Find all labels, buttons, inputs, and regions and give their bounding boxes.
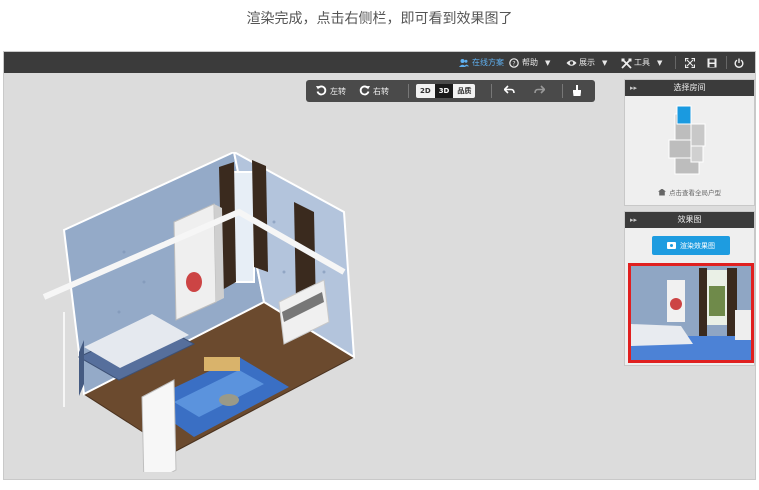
render-curtain-left	[699, 268, 707, 338]
rotate-right-label: 右转	[373, 86, 389, 96]
brush-icon	[572, 84, 582, 98]
render-panel-header: ▸▸ 效果图	[625, 212, 754, 228]
divider	[491, 84, 492, 98]
tools-icon	[621, 58, 632, 69]
eye-icon	[566, 58, 577, 68]
power-icon	[734, 58, 744, 68]
view-full-plan-link[interactable]: 点击查看全局户型	[625, 187, 754, 197]
save-button[interactable]	[707, 52, 717, 73]
render-effect-label: 渲染效果图	[680, 241, 715, 250]
curtain-right	[252, 160, 268, 272]
chevron-down-icon: ▼	[545, 58, 551, 67]
toy-shelf	[204, 357, 240, 371]
room-select-title: 选择房间	[673, 83, 706, 92]
online-plan-button[interactable]: 在线方案	[459, 52, 504, 73]
room-select-header: ▸▸ 选择房间	[625, 80, 754, 96]
redo-icon	[534, 85, 546, 97]
mickey-decal	[186, 272, 202, 292]
view-mode-toggle: 2D 3D 品质	[416, 84, 476, 98]
undo-icon	[503, 85, 515, 97]
chevron-down-icon: ▼	[602, 58, 608, 67]
home-icon	[658, 188, 666, 196]
render-panel-title: 效果图	[677, 215, 702, 224]
design-app-window: 在线方案 ? 帮助 ▼ 展示 ▼ 工具 ▼ 左转 右转 2D 3D 品质 ▸▸ …	[3, 51, 756, 480]
camera-icon	[667, 242, 676, 249]
top-menu-bar: 在线方案 ? 帮助 ▼ 展示 ▼ 工具 ▼	[4, 52, 755, 73]
tools-label: 工具	[634, 58, 650, 67]
render-thumbnail[interactable]	[628, 263, 754, 363]
room-select-panel: ▸▸ 选择房间 点击查看全局户型	[624, 79, 755, 206]
power-button[interactable]	[734, 52, 744, 73]
tools-menu[interactable]: 工具 ▼	[621, 52, 662, 73]
render-effect-button[interactable]: 渲染效果图	[652, 236, 730, 255]
divider	[726, 56, 727, 69]
room-3d-view[interactable]	[24, 152, 364, 472]
door	[141, 379, 177, 472]
help-menu[interactable]: ? 帮助 ▼	[509, 52, 550, 73]
svg-text:?: ?	[512, 60, 515, 67]
render-tree	[709, 286, 725, 316]
rotate-left-label: 左转	[330, 86, 346, 96]
fullscreen-icon	[684, 57, 696, 68]
fullscreen-button[interactable]	[684, 52, 696, 73]
instruction-caption: 渲染完成，点击右侧栏，即可看到效果图了	[246, 11, 513, 27]
rotate-right-icon	[359, 85, 370, 98]
display-menu[interactable]: 展示 ▼	[566, 52, 607, 73]
undo-button[interactable]	[503, 80, 515, 102]
plan-room	[668, 139, 692, 159]
collapse-arrows-icon[interactable]: ▸▸	[630, 80, 637, 96]
mode-3d-button[interactable]: 3D	[434, 84, 454, 98]
mode-2d-button[interactable]: 2D	[416, 84, 435, 98]
render-panel: ▸▸ 效果图 渲染效果图	[624, 211, 755, 366]
save-icon	[707, 58, 717, 68]
help-label: 帮助	[522, 58, 538, 67]
plan-room	[690, 145, 704, 163]
divider	[562, 84, 563, 98]
wardrobe	[173, 203, 217, 321]
render-mickey	[670, 298, 682, 310]
collapse-arrows-icon[interactable]: ▸▸	[630, 212, 637, 228]
display-label: 展示	[579, 58, 595, 67]
rendered-room-image	[631, 266, 751, 360]
view-full-plan-label: 点击查看全局户型	[669, 189, 721, 197]
plan-room	[690, 123, 706, 147]
help-icon: ?	[509, 57, 519, 68]
online-plan-label: 在线方案	[472, 58, 504, 67]
render-desk	[735, 310, 751, 340]
floor-plan-map[interactable]	[625, 96, 756, 191]
rotate-left-icon	[316, 85, 327, 98]
clear-button[interactable]	[572, 80, 582, 102]
divider	[675, 56, 676, 69]
mode-quality-button[interactable]: 品质	[453, 84, 476, 98]
chevron-down-icon: ▼	[657, 58, 663, 67]
chair	[219, 394, 239, 406]
divider	[408, 84, 409, 98]
redo-button[interactable]	[534, 80, 546, 102]
plan-room-selected	[676, 105, 692, 125]
view-toolbar: 左转 右转 2D 3D 品质	[306, 80, 595, 102]
rotate-right-button[interactable]: 右转	[359, 80, 389, 102]
users-icon	[459, 58, 469, 68]
rotate-left-button[interactable]: 左转	[316, 80, 346, 102]
